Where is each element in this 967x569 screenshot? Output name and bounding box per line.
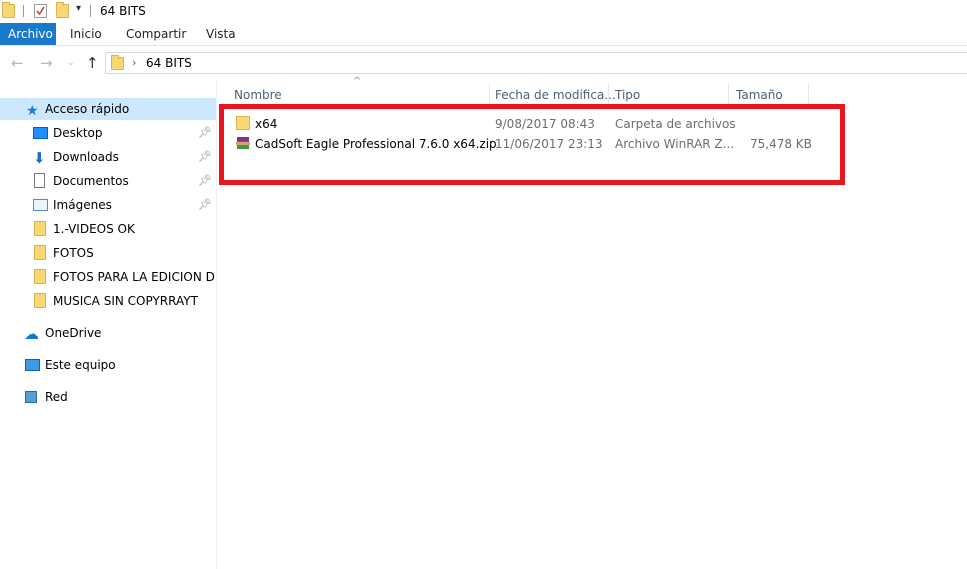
tab-inicio[interactable]: Inicio — [62, 23, 110, 45]
pane-divider[interactable] — [216, 80, 217, 569]
properties-icon[interactable] — [34, 4, 47, 18]
column-header-fecha[interactable]: Fecha de modifica... — [495, 84, 616, 106]
folder-icon — [34, 245, 46, 260]
folder-icon — [2, 2, 15, 18]
title-bar: ▾ 64 BITS — [0, 0, 967, 23]
column-header-tipo[interactable]: Tipo — [615, 84, 640, 106]
nav-item-onedrive[interactable]: ☁ OneDrive — [0, 322, 216, 344]
forward-arrow-icon[interactable]: → — [40, 54, 53, 72]
window-title: 64 BITS — [100, 4, 146, 18]
nav-item-acceso-rapido[interactable]: ★ Acceso rápido — [0, 98, 216, 120]
address-bar[interactable] — [105, 52, 967, 74]
nav-label: Acceso rápido — [45, 102, 130, 116]
tab-compartir[interactable]: Compartir — [118, 23, 194, 45]
column-divider[interactable] — [608, 84, 609, 106]
separator — [90, 5, 91, 17]
nav-item-fotos[interactable]: FOTOS — [0, 242, 216, 264]
breadcrumb-64-bits[interactable]: 64 BITS — [146, 56, 192, 70]
column-header-nombre[interactable]: Nombre — [234, 84, 282, 106]
folder-icon — [34, 269, 46, 284]
nav-item-red[interactable]: Red — [0, 386, 216, 408]
annotation-highlight-box — [219, 104, 845, 185]
network-icon — [25, 391, 37, 403]
nav-label: Downloads — [53, 150, 119, 164]
nav-label: Red — [45, 390, 68, 404]
folder-icon — [111, 55, 124, 70]
nav-label: FOTOS — [53, 246, 94, 260]
column-divider[interactable] — [489, 84, 490, 106]
nav-item-este-equipo[interactable]: Este equipo — [0, 354, 216, 376]
navigation-pane: ★ Acceso rápido Desktop 📌︎ ⬇ Downloads 📌… — [0, 84, 216, 569]
pin-icon[interactable]: 📌︎ — [198, 194, 212, 216]
recent-locations-chevron-icon[interactable]: ⌄ — [67, 58, 75, 68]
desktop-icon — [33, 127, 48, 139]
nav-item-downloads[interactable]: ⬇ Downloads 📌︎ — [0, 146, 216, 168]
breadcrumb-separator: › — [132, 56, 137, 69]
ribbon: Archivo Inicio Compartir Vista — [0, 23, 967, 46]
column-divider[interactable] — [728, 84, 729, 106]
nav-label: Imágenes — [53, 198, 112, 212]
nav-item-imagenes[interactable]: Imágenes 📌︎ — [0, 194, 216, 216]
nav-item-documentos[interactable]: Documentos 📌︎ — [0, 170, 216, 192]
separator — [23, 5, 24, 17]
folder-icon — [34, 293, 46, 308]
pin-icon[interactable]: 📌︎ — [198, 122, 212, 144]
document-icon — [34, 173, 45, 188]
column-header-tamano[interactable]: Tamaño — [736, 84, 783, 106]
up-arrow-icon[interactable]: ↑ — [86, 54, 99, 72]
sort-ascending-icon: ^ — [353, 76, 362, 87]
column-divider[interactable] — [808, 84, 809, 106]
tab-archivo[interactable]: Archivo — [0, 23, 56, 45]
nav-item-videos-ok[interactable]: 1.-VIDEOS OK — [0, 218, 216, 240]
folder-icon — [34, 221, 46, 236]
nav-item-musica-sin-copyrrayt[interactable]: MUSICA SIN COPYRRAYT — [0, 290, 216, 312]
nav-item-desktop[interactable]: Desktop 📌︎ — [0, 122, 216, 144]
pictures-icon — [33, 199, 48, 211]
cloud-icon: ☁ — [24, 325, 39, 343]
nav-label: Este equipo — [45, 358, 116, 372]
pin-icon[interactable]: 📌︎ — [198, 146, 212, 168]
star-icon: ★ — [26, 103, 39, 119]
pin-icon[interactable]: 📌︎ — [198, 170, 212, 192]
nav-label: 1.-VIDEOS OK — [53, 222, 135, 236]
nav-label: MUSICA SIN COPYRRAYT — [53, 294, 198, 308]
back-arrow-icon[interactable]: ← — [11, 54, 24, 72]
computer-icon — [25, 359, 40, 371]
nav-label: FOTOS PARA LA EDICION DE V — [53, 270, 216, 284]
download-icon: ⬇ — [33, 149, 46, 167]
nav-label: Desktop — [53, 126, 103, 140]
nav-label: Documentos — [53, 174, 129, 188]
nav-label: OneDrive — [45, 326, 102, 340]
customize-toolbar-chevron-icon[interactable]: ▾ — [76, 3, 81, 14]
nav-item-fotos-para-la-edicion[interactable]: FOTOS PARA LA EDICION DE V — [0, 266, 216, 288]
new-folder-icon[interactable] — [56, 2, 69, 18]
tab-vista[interactable]: Vista — [198, 23, 244, 45]
